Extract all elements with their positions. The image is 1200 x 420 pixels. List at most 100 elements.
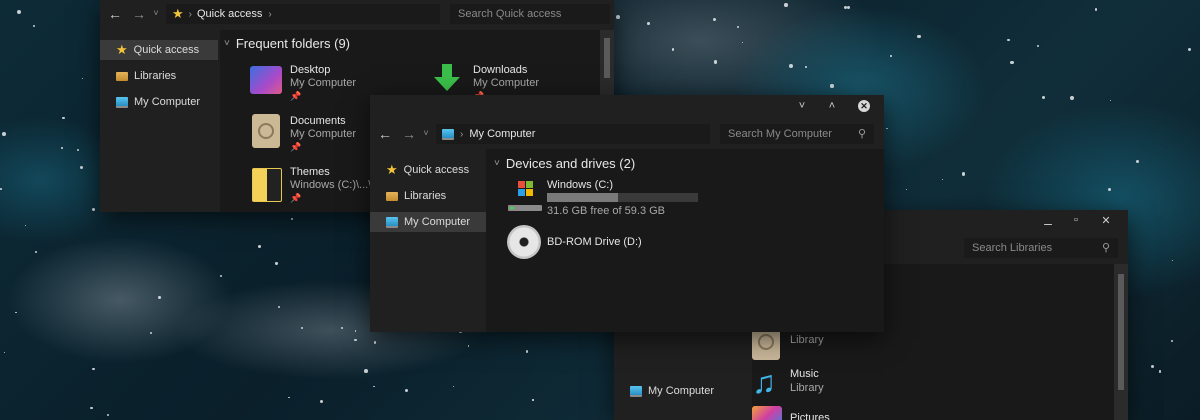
section-title: Frequent folders (9) — [235, 36, 351, 51]
folder-location: My Computer — [290, 77, 357, 89]
drive-name[interactable]: BD-ROM Drive (D:) — [547, 236, 642, 248]
wallpaper-speck — [906, 188, 908, 190]
search-input[interactable]: Search Quick access — [450, 4, 610, 24]
music-library-icon: ♫ — [752, 364, 776, 400]
pin-icon: 📌 — [290, 91, 302, 101]
chevron-up-icon[interactable]: ˄ — [826, 101, 838, 112]
nav-item-my-computer[interactable]: My Computer — [370, 212, 486, 232]
wallpaper-speck — [288, 396, 290, 399]
nav-item-label: My Computer — [404, 216, 471, 228]
nav-item-label: Libraries — [134, 70, 177, 82]
forward-arrow-icon[interactable]: → — [402, 127, 416, 141]
search-icon: ⚲ — [857, 128, 866, 140]
navigation-pane: ★ Quick access Libraries My Computer — [100, 30, 220, 212]
wallpaper-speck — [941, 179, 943, 181]
wallpaper-speck — [149, 331, 153, 334]
wallpaper-speck — [275, 262, 278, 265]
back-arrow-icon[interactable]: ← — [378, 127, 392, 141]
wallpaper-speck — [404, 388, 408, 393]
recent-dropdown-icon[interactable]: ˅ — [422, 129, 430, 138]
nav-item-label: Quick access — [403, 164, 470, 176]
search-placeholder: Search Quick access — [458, 8, 562, 20]
address-bar[interactable]: › My Computer — [436, 124, 710, 144]
nav-item-quick-access[interactable]: ★ Quick access — [100, 40, 218, 60]
nav-item-my-computer[interactable]: My Computer — [614, 381, 714, 401]
nav-item-label: My Computer — [648, 385, 715, 397]
recent-dropdown-icon[interactable]: ˅ — [152, 9, 160, 18]
wallpaper-speck — [15, 312, 17, 314]
themes-folder-icon — [252, 168, 282, 202]
chevron-down-icon: ˅ — [494, 158, 500, 169]
library-name[interactable]: Music — [790, 368, 819, 380]
wallpaper-speck — [340, 326, 343, 329]
star-icon: ★ — [172, 6, 184, 21]
chevron-down-icon: ˅ — [224, 38, 230, 49]
wallpaper-speck — [1135, 159, 1140, 164]
my-computer-window: ˅ ˄ ✕ ← → ˅ › My Computer Search My Comp… — [370, 95, 884, 332]
wallpaper-speck — [363, 369, 368, 373]
library-name[interactable]: Pictures — [790, 412, 830, 420]
minimize-icon[interactable]: – — [1042, 216, 1054, 230]
wallpaper-speck — [354, 330, 357, 333]
wallpaper-speck — [1007, 39, 1010, 42]
nav-item-quick-access[interactable]: ★ Quick access — [370, 160, 469, 180]
wallpaper-speck — [1109, 99, 1111, 101]
nav-item-libraries[interactable]: Libraries — [370, 186, 446, 206]
section-header-devices-and-drives[interactable]: ˅ Devices and drives (2) — [494, 156, 635, 171]
wallpaper-speck — [647, 21, 651, 25]
wallpaper-speck — [671, 48, 675, 51]
breadcrumb-quick-access[interactable]: Quick access — [197, 8, 262, 20]
close-icon[interactable]: ✕ — [858, 100, 870, 112]
folder-name[interactable]: Documents — [290, 115, 346, 127]
wallpaper-speck — [1172, 260, 1174, 262]
desktop-folder-icon — [250, 66, 282, 94]
search-icon: ⚲ — [1101, 242, 1110, 254]
search-input[interactable]: Search My Computer ⚲ — [720, 124, 874, 144]
wallpaper-speck — [353, 338, 357, 342]
search-input[interactable]: Search Libraries ⚲ — [964, 238, 1118, 258]
wallpaper-speck — [1170, 340, 1173, 343]
breadcrumb-my-computer[interactable]: My Computer — [469, 128, 535, 140]
drive-usage-bar — [547, 193, 698, 202]
wallpaper-speck — [737, 26, 740, 29]
drive-name[interactable]: Windows (C:) — [547, 179, 613, 191]
drive-free-space: 31.6 GB free of 59.3 GB — [547, 205, 666, 217]
breadcrumb-separator-icon: › — [460, 128, 464, 140]
breadcrumb-separator-icon: › — [268, 8, 272, 20]
pin-icon: 📌 — [290, 142, 302, 152]
wallpaper-speck — [373, 385, 375, 388]
section-header-frequent-folders[interactable]: ˅ Frequent folders (9) — [224, 36, 350, 51]
wallpaper-speck — [319, 399, 323, 403]
back-arrow-icon[interactable]: ← — [108, 7, 122, 21]
wallpaper-speck — [789, 64, 794, 69]
wallpaper-speck — [32, 25, 35, 28]
star-icon: ★ — [116, 42, 128, 57]
wallpaper-speck — [258, 245, 261, 248]
wallpaper-speck — [917, 34, 921, 39]
forward-arrow-icon[interactable]: → — [132, 7, 146, 21]
wallpaper-speck — [452, 385, 454, 387]
scrollbar-thumb[interactable] — [604, 38, 610, 78]
wallpaper-speck — [79, 166, 84, 170]
folder-name[interactable]: Themes — [290, 166, 330, 178]
maximize-icon[interactable]: ▫ — [1070, 215, 1082, 226]
address-bar[interactable]: ★ › Quick access › — [166, 4, 440, 24]
wallpaper-speck — [742, 41, 744, 43]
wallpaper-speck — [107, 414, 110, 417]
wallpaper-speck — [886, 127, 889, 130]
download-arrow-icon — [434, 64, 460, 92]
search-placeholder: Search Libraries — [972, 242, 1053, 254]
nav-item-libraries[interactable]: Libraries — [100, 66, 176, 86]
scrollbar[interactable] — [1114, 264, 1128, 420]
close-icon[interactable]: ✕ — [1100, 216, 1112, 227]
libraries-icon — [386, 191, 398, 201]
folder-name[interactable]: Desktop — [290, 64, 330, 76]
wallpaper-speck — [525, 350, 529, 353]
wallpaper-speck — [3, 351, 6, 354]
folder-name[interactable]: Downloads — [473, 64, 527, 76]
scrollbar-thumb[interactable] — [1118, 274, 1124, 390]
chevron-down-icon[interactable]: ˅ — [796, 101, 808, 112]
nav-item-my-computer[interactable]: My Computer — [100, 92, 200, 112]
wallpaper-speck — [61, 147, 63, 149]
wallpaper-speck — [961, 172, 966, 177]
